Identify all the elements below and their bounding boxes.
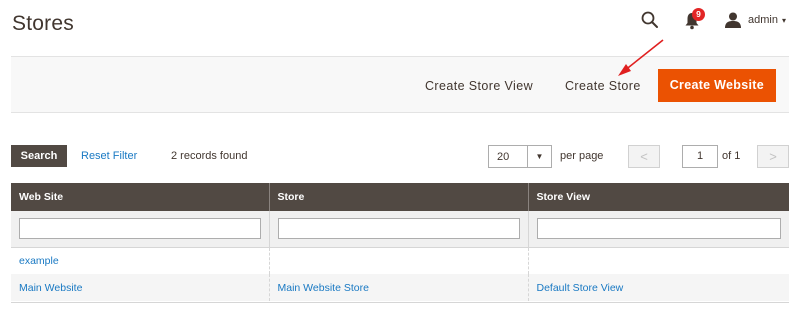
website-link[interactable]: Main Website [19, 282, 82, 294]
filter-cell-store-view [528, 211, 789, 248]
user-icon [724, 12, 742, 28]
table-cell-store [269, 247, 529, 274]
notification-count-badge: 9 [692, 8, 706, 21]
website-link[interactable]: example [19, 255, 59, 267]
search-button[interactable]: Search [11, 145, 67, 167]
search-icon[interactable] [640, 10, 660, 30]
grid-filter-row [11, 211, 789, 248]
dropdown-arrow-icon[interactable]: ▼ [527, 146, 551, 167]
store-view-filter-input[interactable] [536, 218, 781, 240]
current-page-input[interactable]: 1 [682, 145, 718, 168]
records-found-count: 2 records found [171, 150, 248, 162]
user-name-label: admin [748, 14, 778, 26]
reset-filter-link[interactable]: Reset Filter [81, 150, 137, 162]
column-header-store-view[interactable]: Store View [528, 183, 789, 211]
table-cell-store-view [528, 247, 789, 274]
chevron-down-icon: ▾ [781, 15, 786, 25]
table-cell-store-view: Default Store View [528, 274, 789, 301]
grid-toolbar: Search Reset Filter 2 records found 20 ▼… [11, 145, 789, 169]
grid-header-row: Web Site Store Store View [11, 183, 789, 211]
page-title: Stores [12, 12, 74, 35]
previous-page-button[interactable]: < [628, 145, 660, 168]
create-website-button[interactable]: Create Website [657, 69, 776, 102]
grid-bottom-border [11, 302, 789, 303]
user-menu[interactable]: admin ▾ [724, 12, 786, 28]
store-view-link[interactable]: Default Store View [537, 282, 624, 294]
filter-cell-website [11, 211, 270, 248]
per-page-value: 20 [497, 151, 510, 163]
store-link[interactable]: Main Website Store [278, 282, 369, 294]
page-actions-bar: Create Store View Create Store Create We… [11, 56, 789, 113]
table-cell-store: Main Website Store [269, 274, 529, 301]
table-row: example [11, 247, 789, 274]
table-row: Main Website Main Website Store Default … [11, 274, 789, 301]
create-store-view-button[interactable]: Create Store View [425, 79, 533, 93]
stores-grid: Web Site Store Store View example Main W… [11, 183, 789, 301]
page-total-label: of 1 [722, 150, 741, 162]
next-page-button[interactable]: > [757, 145, 789, 168]
column-header-store[interactable]: Store [269, 183, 529, 211]
per-page-select[interactable]: 20 ▼ [488, 145, 552, 168]
header-actions: 9 admin ▾ [640, 8, 786, 32]
table-cell-website: Main Website [11, 274, 270, 301]
create-store-button[interactable]: Create Store [565, 79, 641, 93]
notifications-button[interactable]: 9 [684, 8, 706, 30]
website-filter-input[interactable] [19, 218, 261, 240]
column-header-website[interactable]: Web Site [11, 183, 270, 211]
per-page-label: per page [560, 150, 604, 162]
table-cell-website: example [11, 247, 270, 274]
store-filter-input[interactable] [277, 218, 520, 240]
filter-cell-store [269, 211, 529, 248]
